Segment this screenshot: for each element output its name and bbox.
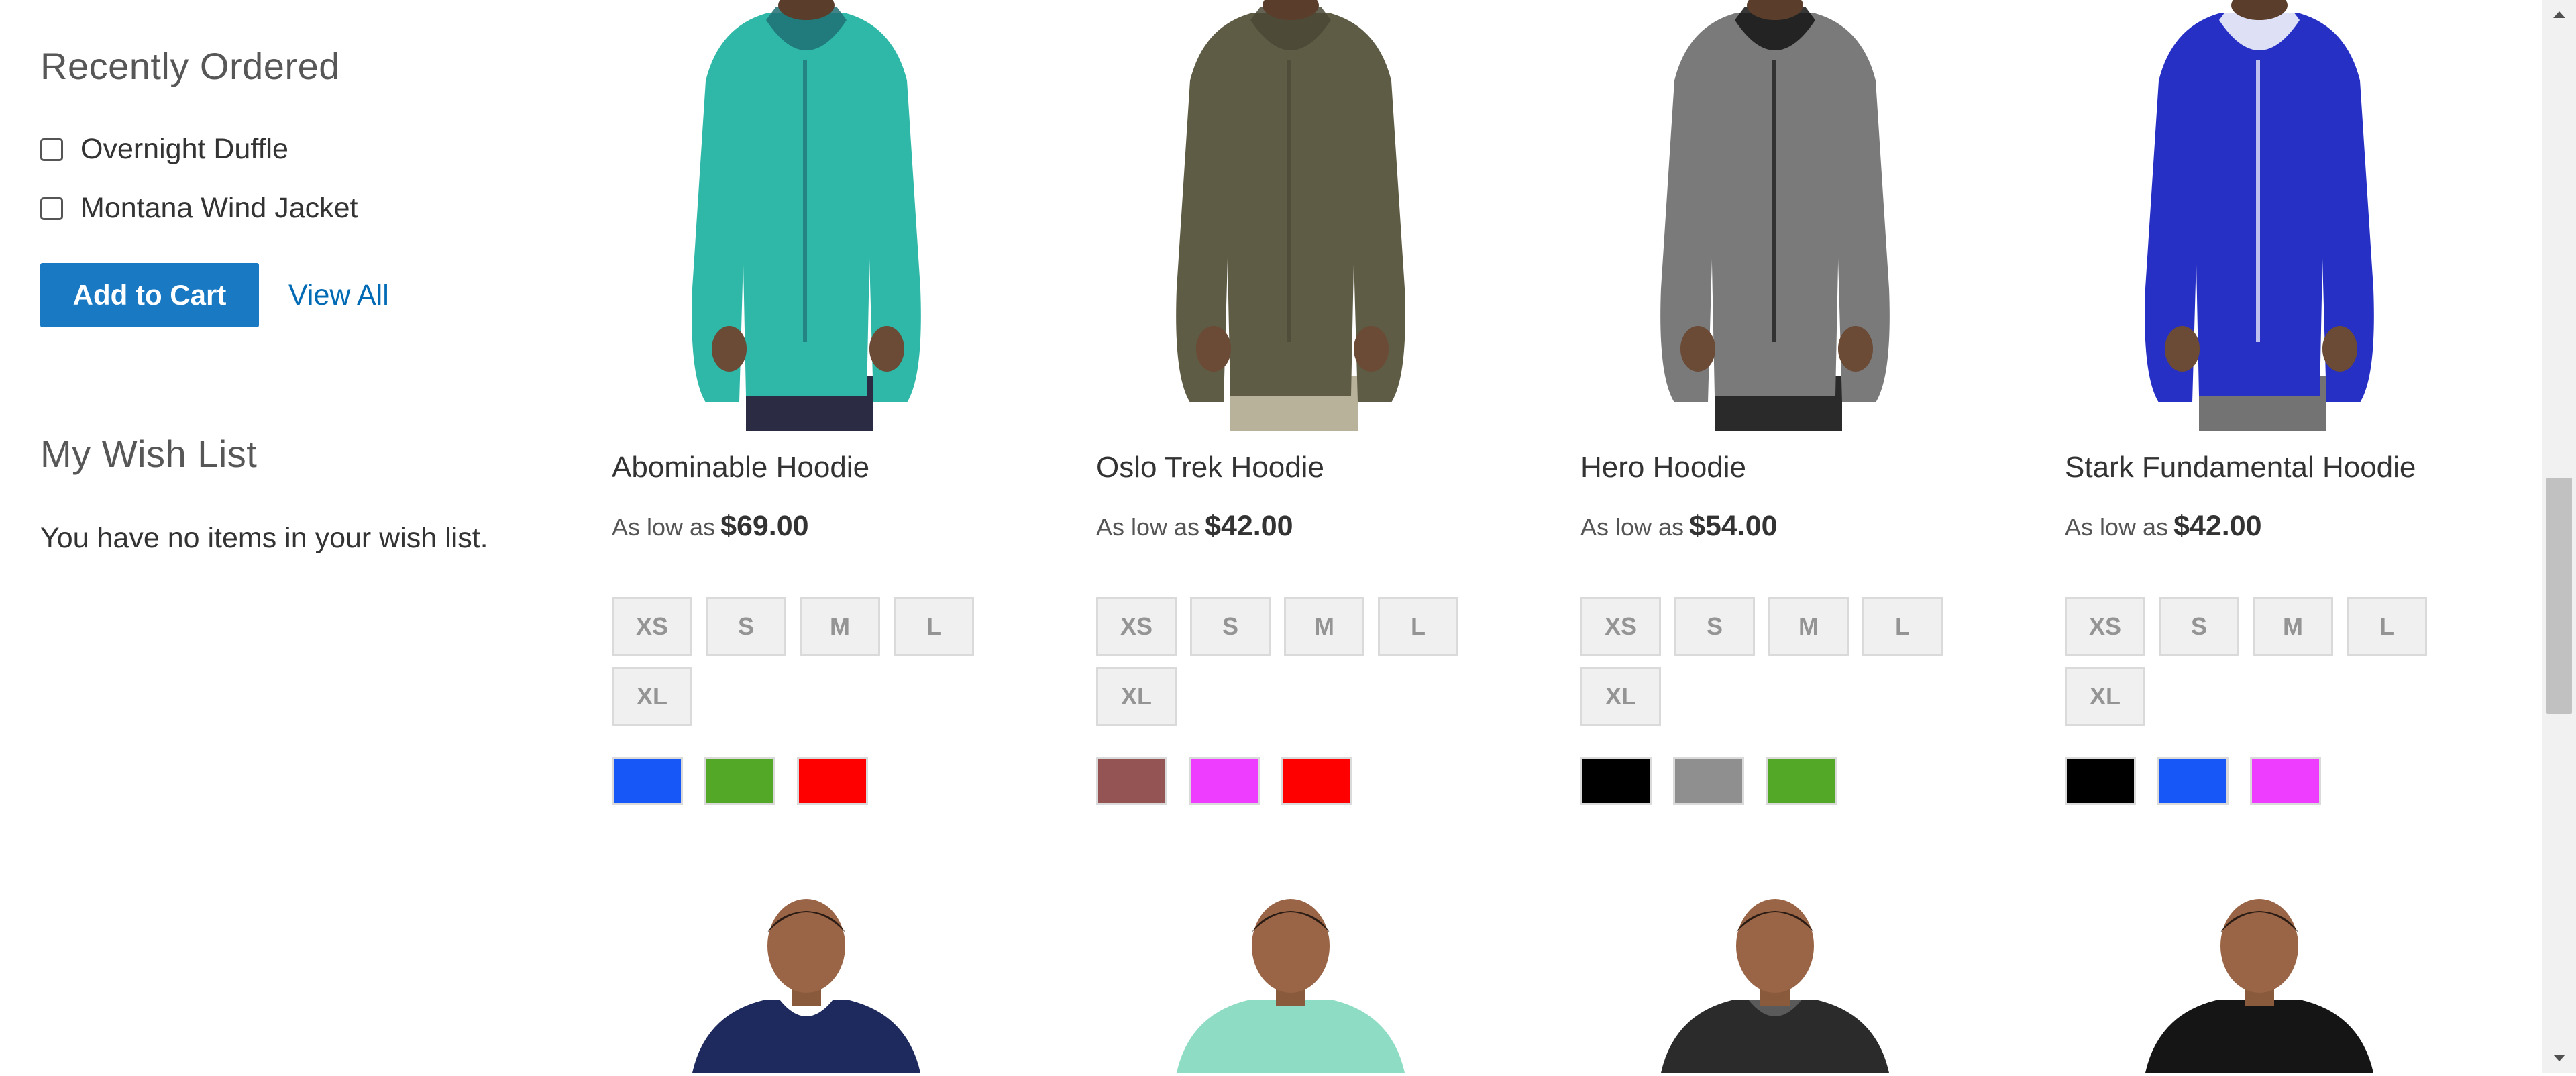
item-label: Montana Wind Jacket xyxy=(80,192,358,224)
size-options: XS S M L XL xyxy=(1580,597,1956,726)
color-swatches xyxy=(1580,757,1837,805)
color-swatch[interactable] xyxy=(2065,757,2136,805)
size-options: XS S M L XL xyxy=(612,597,987,726)
scroll-down-arrow-icon[interactable] xyxy=(2542,1043,2576,1073)
wish-list-empty-message: You have no items in your wish list. xyxy=(40,522,488,554)
size-option[interactable]: XS xyxy=(1096,597,1177,656)
color-swatch[interactable] xyxy=(612,757,683,805)
size-option[interactable]: L xyxy=(1862,597,1943,656)
black-hoodie-model-image[interactable] xyxy=(2118,899,2400,1073)
size-options: XS S M L XL xyxy=(1096,597,1472,726)
color-swatch[interactable] xyxy=(1766,757,1837,805)
size-option[interactable]: S xyxy=(706,597,786,656)
item-checkbox[interactable] xyxy=(40,197,63,220)
color-swatches xyxy=(612,757,868,805)
scrollbar-thumb[interactable] xyxy=(2546,478,2572,714)
color-swatch[interactable] xyxy=(1096,757,1167,805)
size-options: XS S M L XL xyxy=(2065,597,2440,726)
color-swatch[interactable] xyxy=(2157,757,2229,805)
size-option[interactable]: XL xyxy=(1096,667,1177,726)
wish-list-title: My Wish List xyxy=(40,433,258,475)
size-option[interactable]: M xyxy=(1284,597,1364,656)
color-swatch[interactable] xyxy=(1580,757,1652,805)
navy-white-tee-model-image[interactable] xyxy=(665,899,947,1073)
size-option[interactable]: XL xyxy=(1580,667,1661,726)
recently-ordered-item[interactable]: Overnight Duffle xyxy=(40,133,288,166)
product-price: As low as $69.00 xyxy=(612,510,809,543)
color-swatch[interactable] xyxy=(797,757,868,805)
color-swatches xyxy=(1096,757,1352,805)
dark-hoodie-model-image[interactable] xyxy=(1634,899,1916,1073)
product-name-link[interactable]: Stark Fundamental Hoodie xyxy=(2065,451,2416,484)
teal-hoodie-model-image[interactable] xyxy=(665,0,947,431)
product-name-link[interactable]: Oslo Trek Hoodie xyxy=(1096,451,1324,484)
price-prefix: As low as xyxy=(1096,513,1200,541)
add-to-cart-button[interactable]: Add to Cart xyxy=(40,263,259,327)
recently-ordered-item[interactable]: Montana Wind Jacket xyxy=(40,192,358,225)
color-swatch[interactable] xyxy=(2250,757,2321,805)
price-value: $69.00 xyxy=(720,510,809,542)
price-value: $42.00 xyxy=(1205,510,1293,542)
price-prefix: As low as xyxy=(2065,513,2169,541)
product-name-link[interactable]: Abominable Hoodie xyxy=(612,451,869,484)
olive-hoodie-model-image[interactable] xyxy=(1150,0,1432,431)
size-option[interactable]: M xyxy=(800,597,880,656)
item-checkbox[interactable] xyxy=(40,138,63,161)
color-swatches xyxy=(2065,757,2321,805)
price-value: $42.00 xyxy=(2174,510,2262,542)
price-prefix: As low as xyxy=(612,513,716,541)
color-swatch[interactable] xyxy=(704,757,775,805)
blue-hoodie-model-image[interactable] xyxy=(2118,0,2400,431)
vertical-scrollbar[interactable] xyxy=(2542,0,2576,1073)
size-option[interactable]: XL xyxy=(612,667,692,726)
product-price: As low as $54.00 xyxy=(1580,510,1778,543)
size-option[interactable]: XS xyxy=(1580,597,1661,656)
size-option[interactable]: M xyxy=(1768,597,1849,656)
product-name-link[interactable]: Hero Hoodie xyxy=(1580,451,1746,484)
gray-black-hoodie-model-image[interactable] xyxy=(1634,0,1916,431)
size-option[interactable]: XL xyxy=(2065,667,2145,726)
view-all-link[interactable]: View All xyxy=(288,279,389,312)
size-option[interactable]: L xyxy=(894,597,974,656)
size-option[interactable]: XS xyxy=(2065,597,2145,656)
size-option[interactable]: S xyxy=(2159,597,2239,656)
scroll-up-arrow-icon[interactable] xyxy=(2542,0,2576,30)
price-value: $54.00 xyxy=(1689,510,1778,542)
mint-tee-model-image[interactable] xyxy=(1150,899,1432,1073)
color-swatch[interactable] xyxy=(1189,757,1260,805)
color-swatch[interactable] xyxy=(1281,757,1352,805)
color-swatch[interactable] xyxy=(1673,757,1744,805)
size-option[interactable]: S xyxy=(1190,597,1271,656)
price-prefix: As low as xyxy=(1580,513,1684,541)
recently-ordered-title: Recently Ordered xyxy=(40,45,340,87)
item-label: Overnight Duffle xyxy=(80,133,288,165)
product-price: As low as $42.00 xyxy=(2065,510,2262,543)
size-option[interactable]: M xyxy=(2253,597,2333,656)
size-option[interactable]: XS xyxy=(612,597,692,656)
size-option[interactable]: L xyxy=(1378,597,1458,656)
size-option[interactable]: L xyxy=(2347,597,2427,656)
size-option[interactable]: S xyxy=(1674,597,1755,656)
product-price: As low as $42.00 xyxy=(1096,510,1293,543)
